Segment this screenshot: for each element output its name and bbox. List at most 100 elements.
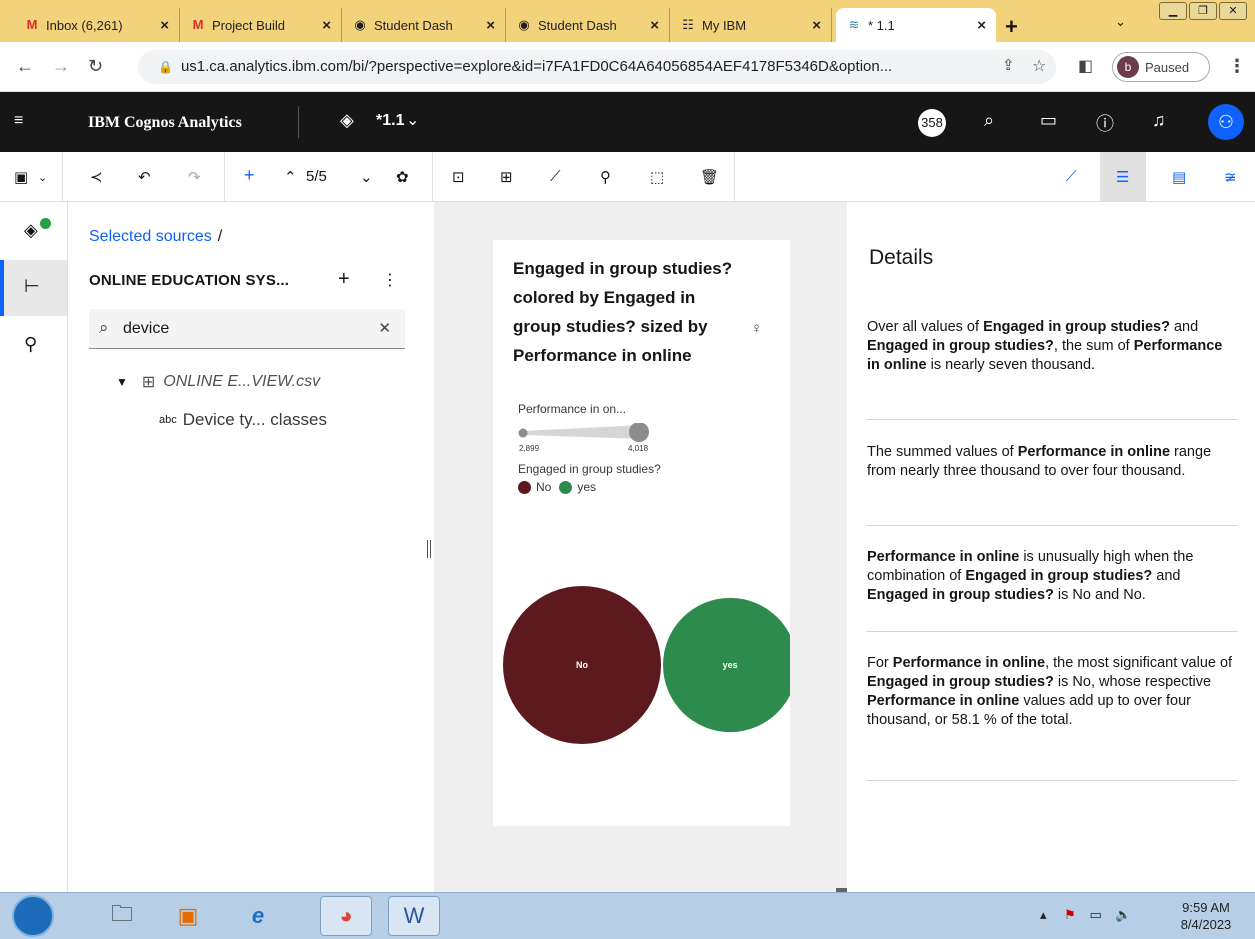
close-window-icon[interactable]: ✕: [1219, 2, 1247, 20]
divider: [224, 152, 225, 202]
card-title: Engaged in group studies? colored by Eng…: [513, 259, 733, 365]
status-dot: [40, 218, 51, 229]
chart-view-icon[interactable]: ⟋: [1066, 168, 1077, 185]
notification-count-badge[interactable]: 358: [918, 109, 946, 137]
lightbulb-icon[interactable]: ♀: [751, 320, 762, 337]
breadcrumb-link[interactable]: Selected sources: [89, 228, 212, 245]
size-legend-title: Performance in on...: [518, 402, 627, 416]
close-tab-icon[interactable]: ×: [160, 17, 169, 34]
visualization-card[interactable]: Engaged in group studies? colored by Eng…: [493, 240, 790, 826]
tab-student-dash-1[interactable]: ◉ Student Dash ×: [342, 8, 506, 42]
word-icon[interactable]: W: [388, 896, 440, 936]
tree-item-field[interactable]: abc Device ty... classes: [159, 410, 327, 430]
system-tray: ▴ ⚑ ▭ 🔈: [1040, 907, 1132, 923]
size-legend-ramp: [523, 425, 643, 439]
detail-text: is No, whose respective: [1053, 674, 1212, 690]
url-field[interactable]: 🔒 us1.ca.analytics.ibm.com/bi/?perspectiv…: [138, 50, 1056, 84]
close-tab-icon[interactable]: ×: [486, 17, 495, 34]
tab-cognos-active[interactable]: ≋ * 1.1 ×: [836, 8, 996, 42]
chrome-icon[interactable]: ◕: [320, 896, 372, 936]
share-icon[interactable]: ⇪: [1002, 56, 1015, 74]
tab-label: Student Dash: [374, 17, 453, 33]
chevron-up-icon[interactable]: ⌃: [284, 168, 297, 186]
splitter-grip[interactable]: [427, 540, 431, 558]
maximize-icon[interactable]: ❐: [1189, 2, 1217, 20]
insights-icon[interactable]: ⊡: [452, 168, 465, 186]
minimize-icon[interactable]: ▁: [1159, 2, 1187, 20]
properties-icon[interactable]: ≆: [1224, 168, 1237, 186]
close-tab-icon[interactable]: ×: [322, 17, 331, 34]
source-title: ONLINE EDUCATION SYS...: [89, 272, 290, 289]
clear-icon[interactable]: ✕: [378, 319, 391, 337]
divider: [867, 419, 1237, 420]
network-icon[interactable]: ▭: [1089, 907, 1101, 922]
line-chart-icon[interactable]: ⟋: [550, 168, 561, 185]
legend-swatch-no: [518, 480, 531, 494]
media-player-icon[interactable]: ▣: [162, 896, 214, 936]
more-icon[interactable]: ⋮: [382, 270, 398, 290]
breadcrumb[interactable]: Selected sources /: [89, 228, 222, 246]
close-tab-icon[interactable]: ×: [977, 17, 986, 34]
start-button[interactable]: [12, 895, 54, 937]
chevron-down-icon[interactable]: ⌄: [406, 110, 419, 130]
help-icon[interactable]: ⓘ: [1096, 110, 1114, 136]
compare-icon[interactable]: ⊞: [500, 168, 513, 186]
chevron-down-icon[interactable]: ⌄: [38, 171, 47, 184]
forward-icon[interactable]: →: [52, 56, 70, 77]
tab-project-build[interactable]: M Project Build ×: [180, 8, 342, 42]
panel-splitter[interactable]: [424, 202, 434, 892]
fields-icon[interactable]: ▤: [1172, 168, 1186, 186]
tab-my-ibm[interactable]: ☷ My IBM ×: [670, 8, 832, 42]
close-tab-icon[interactable]: ×: [812, 17, 821, 34]
chat-icon[interactable]: ▭: [1040, 110, 1057, 131]
hamburger-menu-icon[interactable]: ≡: [14, 112, 23, 130]
tab-inbox[interactable]: M Inbox (6,261) ×: [14, 8, 180, 42]
detail-text: is No and No.: [1053, 587, 1146, 603]
exploration-icon: ◈: [340, 110, 354, 130]
save-icon[interactable]: ▣: [14, 168, 28, 186]
add-icon[interactable]: +: [338, 268, 350, 291]
detail-emphasis: Engaged in group studies?: [867, 674, 1054, 690]
close-tab-icon[interactable]: ×: [650, 17, 659, 34]
back-icon[interactable]: ←: [16, 56, 34, 77]
user-avatar-icon[interactable]: ⚇: [1208, 104, 1244, 140]
tree-item-file[interactable]: ▼ ⊞ ONLINE E...VIEW.csv: [116, 372, 320, 392]
details-panel-icon[interactable]: ☰: [1116, 168, 1129, 186]
tab-student-dash-2[interactable]: ◉ Student Dash ×: [506, 8, 670, 42]
reload-icon[interactable]: ↻: [88, 56, 103, 77]
search-box: ⌕ ✕: [89, 309, 405, 349]
redo-icon[interactable]: ↷: [188, 168, 201, 186]
pin-icon[interactable]: ⚲: [24, 334, 37, 355]
clock[interactable]: 9:59 AM 8/4/2023: [1166, 899, 1246, 933]
address-bar: ← → ↻ 🔒 us1.ca.analytics.ibm.com/bi/?pers…: [0, 42, 1255, 92]
profile-button[interactable]: b Paused: [1112, 52, 1210, 82]
tray-expand-icon[interactable]: ▴: [1040, 907, 1047, 922]
kebab-menu-icon[interactable]: ⋮: [1228, 56, 1246, 77]
volume-icon[interactable]: 🔈: [1115, 907, 1131, 922]
add-icon[interactable]: +: [244, 165, 255, 186]
side-panel-icon[interactable]: ◧: [1078, 56, 1093, 76]
star-icon[interactable]: ☆: [1032, 56, 1046, 76]
search-icon[interactable]: ⌕: [984, 110, 994, 131]
hierarchy-icon[interactable]: ⊢: [24, 276, 40, 297]
share-icon[interactable]: ≺: [90, 168, 103, 186]
search-input[interactable]: [123, 317, 363, 341]
action-center-icon[interactable]: ⚑: [1064, 907, 1076, 922]
pin-icon[interactable]: ⚲: [600, 168, 611, 186]
clock-date: 8/4/2023: [1180, 917, 1232, 932]
detail-text: and: [1152, 568, 1181, 584]
undo-icon[interactable]: ↶: [138, 168, 151, 186]
data-source-icon[interactable]: ◈: [24, 220, 38, 241]
file-explorer-icon[interactable]: 🗀: [96, 896, 148, 936]
size-legend-min: [518, 428, 528, 438]
cards-icon[interactable]: ✿: [396, 168, 409, 186]
internet-explorer-icon[interactable]: e: [232, 896, 284, 936]
trash-icon[interactable]: 🗑: [700, 168, 719, 186]
caret-down-icon[interactable]: ▼: [116, 375, 128, 389]
new-tab-icon[interactable]: +: [1005, 14, 1018, 40]
bell-icon[interactable]: ♫: [1152, 110, 1166, 131]
bubble-chart: No yes: [503, 586, 790, 744]
select-frame-icon[interactable]: ⬚: [650, 168, 664, 186]
chevron-down-icon[interactable]: ⌄: [1115, 14, 1126, 30]
chevron-down-icon[interactable]: ⌄: [360, 168, 373, 186]
